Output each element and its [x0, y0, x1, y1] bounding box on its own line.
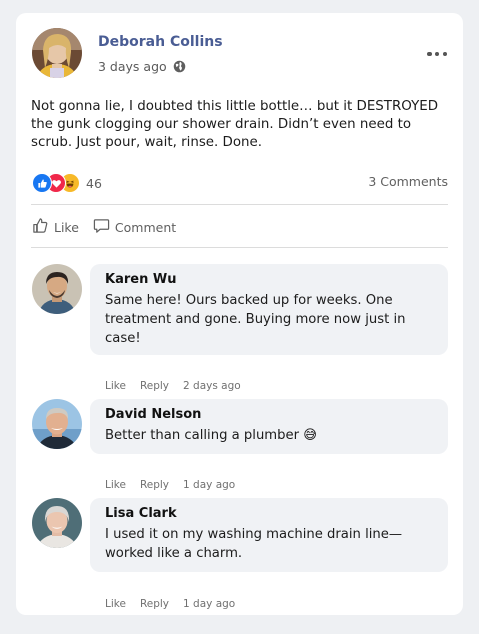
comment-bubble: Karen Wu Same here! Ours backed up for w…: [90, 264, 448, 355]
comment-button[interactable]: Comment: [93, 217, 176, 237]
globe-icon: [173, 60, 186, 73]
comment-text: Better than calling a plumber 😅: [105, 428, 317, 443]
author-name[interactable]: Deborah Collins: [98, 34, 223, 50]
thumbs-up-icon: [32, 217, 49, 237]
like-reaction-icon: [32, 173, 52, 193]
comment-item: Karen Wu Same here! Ours backed up for w…: [32, 264, 448, 392]
commenter-avatar[interactable]: [32, 264, 82, 314]
post-actions: Like Comment: [32, 217, 176, 237]
comment-bubble: Lisa Clark I used it on my washing machi…: [90, 498, 448, 572]
commenter-name[interactable]: Karen Wu: [105, 272, 433, 287]
more-options-icon[interactable]: [427, 48, 447, 60]
comment-like-link[interactable]: Like: [105, 598, 126, 610]
commenter-name[interactable]: Lisa Clark: [105, 506, 433, 521]
reactions-summary[interactable]: 46: [32, 172, 102, 194]
comment-meta: Like Reply 1 day ago: [105, 479, 235, 491]
like-button-label: Like: [54, 219, 79, 235]
commenter-avatar[interactable]: [32, 498, 82, 548]
comment-meta: Like Reply 2 days ago: [105, 380, 241, 392]
comment-bubble-icon: [93, 217, 110, 237]
comment-reply-link[interactable]: Reply: [140, 479, 169, 491]
divider: [31, 247, 448, 248]
reaction-count: 46: [86, 175, 102, 191]
comment-time: 1 day ago: [183, 598, 236, 610]
comment-text: I used it on my washing machine drain li…: [105, 527, 403, 561]
comment-reply-link[interactable]: Reply: [140, 380, 169, 392]
comment-item: Lisa Clark I used it on my washing machi…: [32, 498, 448, 610]
comment-bubble: David Nelson Better than calling a plumb…: [90, 399, 448, 454]
post-time-text[interactable]: 3 days ago: [98, 59, 167, 74]
comment-time: 2 days ago: [183, 380, 241, 392]
comment-time: 1 day ago: [183, 479, 236, 491]
comment-text: Same here! Ours backed up for weeks. One…: [105, 293, 406, 346]
commenter-name[interactable]: David Nelson: [105, 407, 433, 422]
comments-count-link[interactable]: 3 Comments: [368, 174, 448, 189]
comment-like-link[interactable]: Like: [105, 479, 126, 491]
commenter-avatar[interactable]: [32, 399, 82, 449]
comment-item: David Nelson Better than calling a plumb…: [32, 399, 448, 491]
comment-reply-link[interactable]: Reply: [140, 598, 169, 610]
post-timestamp: 3 days ago: [98, 59, 186, 74]
comment-meta: Like Reply 1 day ago: [105, 598, 235, 610]
comment-button-label: Comment: [114, 219, 177, 235]
divider: [31, 204, 448, 205]
like-button[interactable]: Like: [32, 217, 79, 237]
post-text: Not gonna lie, I doubted this little bot…: [31, 99, 439, 150]
comment-like-link[interactable]: Like: [105, 380, 126, 392]
author-avatar[interactable]: [32, 28, 82, 78]
post-card: Deborah Collins 3 days ago Not gonna lie…: [16, 13, 463, 615]
